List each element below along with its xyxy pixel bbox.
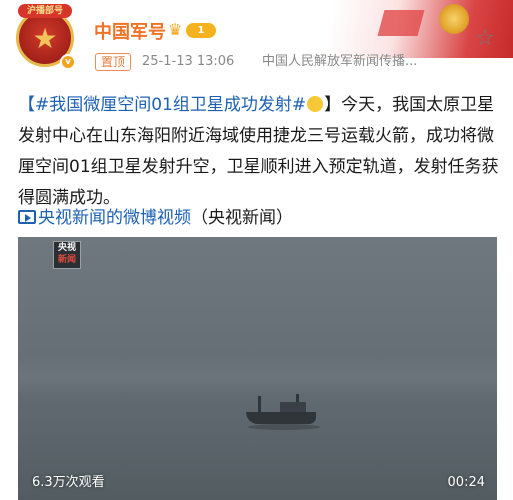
verified-badge-icon: v <box>60 54 76 70</box>
level-badge[interactable]: 1 <box>186 23 216 38</box>
avatar-tag: 沪播部号 <box>18 4 72 18</box>
topic-hashtag[interactable]: 【#我国微厘空间01组卫星成功发射# <box>18 95 306 115</box>
logo-bottom-text: 新闻 <box>57 255 76 265</box>
logo-top-text: 央视 <box>57 243 76 253</box>
sea-haze <box>18 357 497 397</box>
ship-hull <box>246 412 316 424</box>
crown-icon: ♛ <box>168 20 183 39</box>
video-player[interactable]: 央视 新闻 6.3万次观看 00:24 <box>18 237 497 500</box>
ship-image <box>246 394 321 424</box>
video-duration: 00:24 <box>447 475 485 490</box>
hashtag-close-bracket: 】 <box>324 95 342 115</box>
pinned-badge: 置顶 <box>95 53 132 71</box>
username[interactable]: 中国军号 <box>94 18 166 44</box>
post-timestamp: 25-1-13 13:06 <box>142 54 235 69</box>
ship-reflection <box>248 424 320 430</box>
video-source: （央视新闻） <box>191 208 293 228</box>
star-outline-icon[interactable]: ☆ <box>472 26 498 52</box>
cctv-news-logo: 央视 新闻 <box>53 241 81 269</box>
video-link-row: 央视新闻的微博视频（央视新闻） <box>18 204 293 232</box>
surprised-emoji-icon <box>307 96 324 112</box>
view-count: 6.3万次观看 <box>32 475 105 490</box>
video-link[interactable]: 央视新闻的微博视频 <box>38 208 191 228</box>
emblem-decoration <box>439 4 469 34</box>
star-emblem-icon: ★ <box>32 22 58 55</box>
post-header: 沪播部号 ★ v 中国军号 ♛ 1 置顶 25-1-13 13:06 中国人民解… <box>0 0 513 86</box>
video-link-icon[interactable] <box>18 210 36 224</box>
post-text: 【#我国微厘空间01组卫星成功发射# 】今天，我国太原卫星发射中心在山东海阳附近海… <box>18 90 504 214</box>
post-source[interactable]: 中国人民解放军新闻传播... <box>262 53 417 71</box>
flag-decoration <box>377 10 425 36</box>
